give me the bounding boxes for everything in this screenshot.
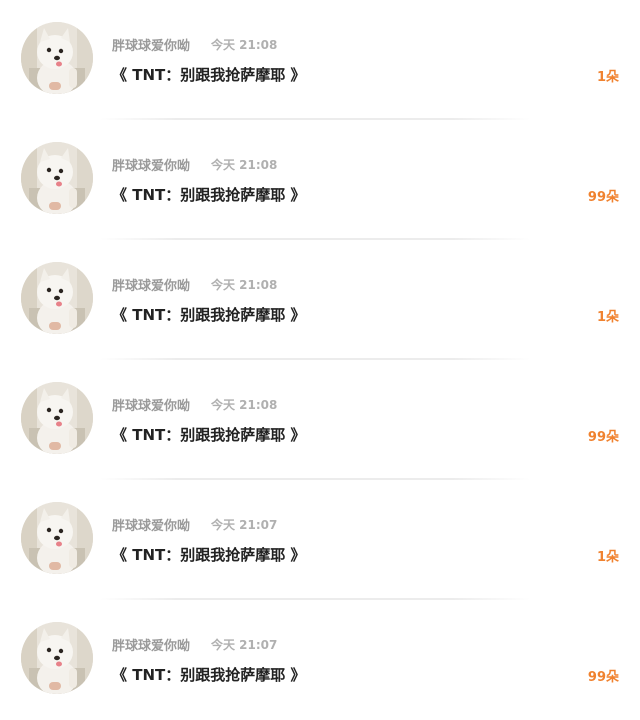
gift-message: 《 TNT：别跟我抢萨摩耶 》	[112, 66, 306, 84]
samoyed-avatar-icon[interactable]	[21, 622, 93, 694]
sender-name[interactable]: 胖球球爱你呦	[112, 515, 190, 534]
samoyed-avatar-icon[interactable]	[21, 382, 93, 454]
gift-list-item[interactable]: 胖球球爱你呦 今天 21:07 《 TNT：别跟我抢萨摩耶 》 1朵	[0, 480, 640, 600]
flower-count: 1朵	[596, 70, 619, 85]
gift-message: 《 TNT：别跟我抢萨摩耶 》	[112, 426, 306, 444]
flower-count: 1朵	[596, 550, 619, 565]
sender-name[interactable]: 胖球球爱你呦	[112, 155, 190, 174]
gift-list-item[interactable]: 胖球球爱你呦 今天 21:08 《 TNT：别跟我抢萨摩耶 》 99朵	[0, 360, 640, 480]
timestamp: 今天 21:07	[211, 518, 278, 532]
samoyed-avatar-icon[interactable]	[21, 262, 93, 334]
sender-name[interactable]: 胖球球爱你呦	[112, 395, 190, 414]
gift-list-item[interactable]: 胖球球爱你呦 今天 21:08 《 TNT：别跟我抢萨摩耶 》 1朵	[0, 240, 640, 360]
sender-name[interactable]: 胖球球爱你呦	[112, 35, 190, 54]
timestamp: 今天 21:08	[211, 398, 278, 412]
gift-list-item[interactable]: 胖球球爱你呦 今天 21:08 《 TNT：别跟我抢萨摩耶 》 1朵	[0, 0, 640, 120]
gift-list-item[interactable]: 胖球球爱你呦 今天 21:07 《 TNT：别跟我抢萨摩耶 》 99朵	[0, 600, 640, 720]
timestamp: 今天 21:07	[211, 638, 278, 652]
sender-name[interactable]: 胖球球爱你呦	[112, 635, 190, 654]
sender-name[interactable]: 胖球球爱你呦	[112, 275, 190, 294]
samoyed-avatar-icon[interactable]	[21, 502, 93, 574]
gift-message: 《 TNT：别跟我抢萨摩耶 》	[112, 546, 306, 564]
samoyed-avatar-icon[interactable]	[21, 142, 93, 214]
gift-list: 胖球球爱你呦 今天 21:08 《 TNT：别跟我抢萨摩耶 》 1朵 胖球球爱你…	[0, 0, 640, 713]
gift-list-item[interactable]: 胖球球爱你呦 今天 21:08 《 TNT：别跟我抢萨摩耶 》 99朵	[0, 120, 640, 240]
timestamp: 今天 21:08	[211, 38, 278, 52]
flower-count: 1朵	[596, 310, 619, 325]
flower-count: 99朵	[587, 190, 619, 205]
gift-message: 《 TNT：别跟我抢萨摩耶 》	[112, 186, 306, 204]
flower-count: 99朵	[587, 430, 619, 445]
gift-message: 《 TNT：别跟我抢萨摩耶 》	[112, 306, 306, 324]
timestamp: 今天 21:08	[211, 158, 278, 172]
timestamp: 今天 21:08	[211, 278, 278, 292]
gift-message: 《 TNT：别跟我抢萨摩耶 》	[112, 666, 306, 684]
samoyed-avatar-icon[interactable]	[21, 22, 93, 94]
flower-count: 99朵	[587, 670, 619, 685]
